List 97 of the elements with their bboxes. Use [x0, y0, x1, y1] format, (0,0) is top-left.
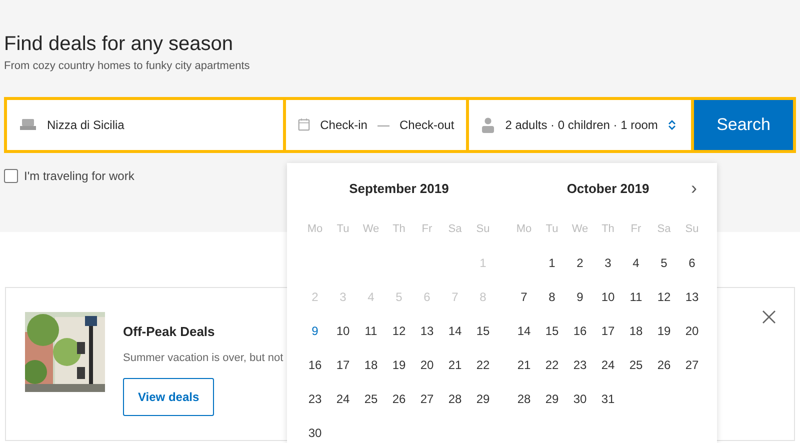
- calendar-day[interactable]: 18: [622, 322, 650, 340]
- calendar-day[interactable]: 11: [357, 322, 385, 340]
- weekday-label: Fr: [630, 222, 642, 237]
- calendar-day[interactable]: 12: [385, 322, 413, 340]
- calendar-day[interactable]: 22: [538, 356, 566, 374]
- view-deals-button[interactable]: View deals: [123, 378, 214, 416]
- calendar-icon: [298, 117, 310, 132]
- close-icon[interactable]: [762, 310, 776, 324]
- calendar-day: 1: [469, 254, 497, 272]
- weekday-label: We: [362, 222, 380, 237]
- weekday-label: Sa: [447, 222, 463, 237]
- weekday-label: We: [570, 222, 590, 237]
- calendar-day[interactable]: 17: [329, 356, 357, 374]
- next-month-button[interactable]: ›: [687, 177, 701, 199]
- calendar-day[interactable]: 13: [678, 288, 706, 306]
- page-title: Find deals for any season: [4, 32, 234, 56]
- destination-field[interactable]: Nizza di Sicilia: [7, 100, 284, 150]
- month-title: October 2019: [566, 180, 650, 198]
- calendar-day[interactable]: 26: [650, 356, 678, 374]
- calendar-day[interactable]: 8: [538, 288, 566, 306]
- calendar-day[interactable]: 29: [469, 390, 497, 408]
- calendar-day[interactable]: 12: [650, 288, 678, 306]
- deal-description: Summer vacation is over, but not: [123, 350, 284, 366]
- calendar-day[interactable]: 26: [385, 390, 413, 408]
- weekday-label: Tu: [544, 222, 560, 237]
- calendar-day[interactable]: 20: [413, 356, 441, 374]
- calendar-day[interactable]: 27: [678, 356, 706, 374]
- calendar-day[interactable]: 21: [441, 356, 469, 374]
- guests-field[interactable]: 2 adults · 0 children · 1 room: [469, 100, 691, 150]
- calendar-day[interactable]: 17: [594, 322, 622, 340]
- weekday-label: Th: [392, 222, 406, 237]
- calendar-day[interactable]: 27: [413, 390, 441, 408]
- month-title: September 2019: [348, 180, 450, 198]
- calendar-day: 8: [469, 288, 497, 306]
- calendar-day: 2: [301, 288, 329, 306]
- calendar-day[interactable]: 9: [566, 288, 594, 306]
- check-in-text: Check-in: [320, 116, 368, 134]
- calendar-day[interactable]: 23: [301, 390, 329, 408]
- calendar-day[interactable]: 9: [301, 322, 329, 340]
- calendar-day[interactable]: 29: [538, 390, 566, 408]
- checkbox-label: I'm traveling for work: [24, 168, 134, 184]
- weekday-label: Su: [684, 222, 700, 237]
- deal-title: Off-Peak Deals: [123, 323, 216, 341]
- calendar-day[interactable]: 15: [469, 322, 497, 340]
- calendar-day[interactable]: 4: [622, 254, 650, 272]
- search-button[interactable]: Search: [694, 100, 794, 150]
- calendar-day: 4: [357, 288, 385, 306]
- bed-icon: [19, 118, 37, 132]
- calendar-day[interactable]: 21: [510, 356, 538, 374]
- calendar-day[interactable]: 14: [510, 322, 538, 340]
- weekday-label: Sa: [656, 222, 672, 237]
- person-icon: [481, 116, 496, 132]
- calendar-day[interactable]: 14: [441, 322, 469, 340]
- calendar-day[interactable]: 22: [469, 356, 497, 374]
- calendar-day[interactable]: 6: [678, 254, 706, 272]
- dash-text: —: [377, 116, 390, 134]
- calendar-day: 6: [413, 288, 441, 306]
- calendar-day[interactable]: 1: [538, 254, 566, 272]
- weekday-label: Th: [600, 222, 616, 237]
- calendar-day[interactable]: 13: [413, 322, 441, 340]
- calendar-day[interactable]: 30: [301, 424, 329, 442]
- dates-field[interactable]: Check-in — Check-out: [286, 100, 466, 150]
- calendar-day[interactable]: 30: [566, 390, 594, 408]
- calendar-day[interactable]: 10: [594, 288, 622, 306]
- calendar-day: 3: [329, 288, 357, 306]
- page-subtitle: From cozy country homes to funky city apartments: [4, 59, 251, 74]
- weekday-label: Su: [475, 222, 491, 237]
- calendar-day[interactable]: 23: [566, 356, 594, 374]
- calendar-day[interactable]: 24: [329, 390, 357, 408]
- calendar-day[interactable]: 16: [301, 356, 329, 374]
- calendar-day[interactable]: 28: [441, 390, 469, 408]
- calendar-day[interactable]: 5: [650, 254, 678, 272]
- calendar-day[interactable]: 2: [566, 254, 594, 272]
- calendar-day[interactable]: 11: [622, 288, 650, 306]
- calendar-day[interactable]: 3: [594, 254, 622, 272]
- check-out-text: Check-out: [399, 116, 454, 134]
- calendar-day[interactable]: 18: [357, 356, 385, 374]
- calendar-day[interactable]: 28: [510, 390, 538, 408]
- weekday-label: Mo: [515, 222, 533, 237]
- calendar-day[interactable]: 31: [594, 390, 622, 408]
- weekday-label: Mo: [306, 222, 324, 237]
- calendar-day[interactable]: 19: [385, 356, 413, 374]
- calendar-day[interactable]: 25: [357, 390, 385, 408]
- calendar-day[interactable]: 7: [510, 288, 538, 306]
- calendar-day[interactable]: 20: [678, 322, 706, 340]
- weekday-label: Tu: [336, 222, 350, 237]
- weekday-label: Fr: [420, 222, 434, 237]
- calendar-day[interactable]: 16: [566, 322, 594, 340]
- calendar-day: 5: [385, 288, 413, 306]
- work-checkbox[interactable]: [4, 168, 18, 182]
- calendar-day[interactable]: 15: [538, 322, 566, 340]
- up-down-caret-icon: [668, 118, 676, 130]
- calendar-day: 7: [441, 288, 469, 306]
- calendar-day[interactable]: 19: [650, 322, 678, 340]
- calendar-day[interactable]: 25: [622, 356, 650, 374]
- calendar-day[interactable]: 10: [329, 322, 357, 340]
- calendar-day[interactable]: 24: [594, 356, 622, 374]
